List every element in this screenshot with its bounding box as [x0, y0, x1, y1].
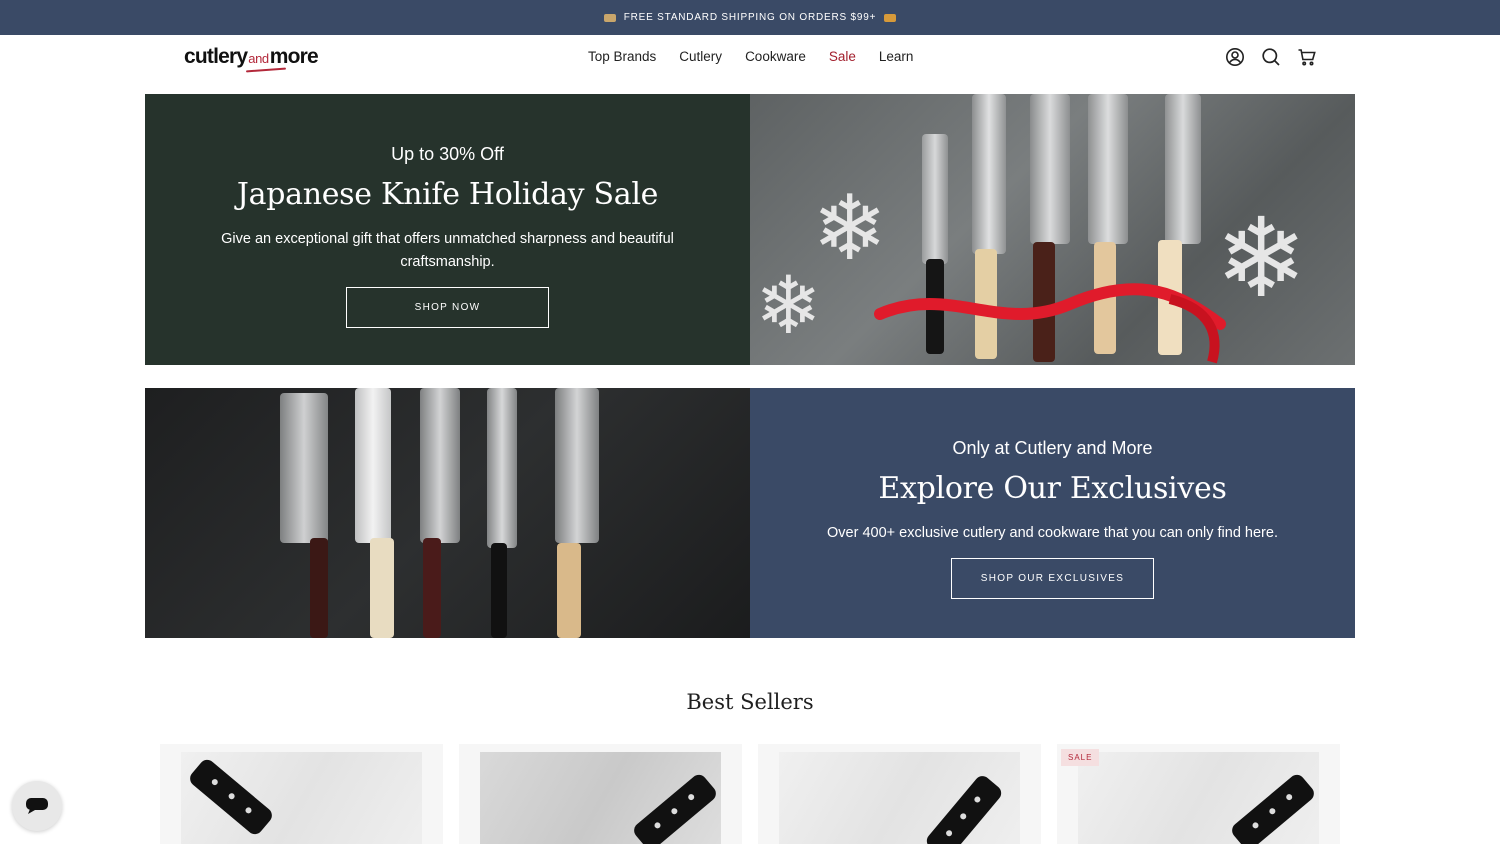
knife-blade	[355, 388, 391, 543]
announcement-bar: FREE STANDARD SHIPPING ON ORDERS $99+	[0, 0, 1500, 35]
knife-handle	[423, 538, 441, 638]
knife-handle	[557, 543, 581, 638]
nav-sale[interactable]: Sale	[829, 49, 856, 64]
product-card[interactable]: SALE	[1057, 744, 1340, 844]
product-card[interactable]	[160, 744, 443, 844]
knife-handle	[630, 771, 720, 844]
hero-holiday-sale-title: Japanese Knife Holiday Sale	[236, 177, 659, 212]
announcement-text: FREE STANDARD SHIPPING ON ORDERS $99+	[623, 12, 877, 23]
main-nav: Top Brands Cutlery Cookware Sale Learn	[588, 49, 913, 64]
holiday-knives-image[interactable]: ❄ ❄ ❄	[750, 94, 1355, 365]
truck-icon	[603, 13, 616, 22]
hero-exclusives-description: Over 400+ exclusive cutlery and cookware…	[827, 525, 1278, 541]
knife-handle	[1228, 771, 1318, 844]
chat-button[interactable]	[12, 781, 62, 831]
shop-exclusives-button[interactable]: SHOP OUR EXCLUSIVES	[951, 558, 1154, 599]
red-ribbon	[874, 283, 1226, 364]
package-icon	[884, 13, 897, 22]
account-icon[interactable]	[1225, 47, 1245, 67]
exclusive-knives-image[interactable]	[145, 388, 750, 638]
product-card[interactable]	[459, 744, 742, 844]
knife-blade	[280, 393, 328, 543]
product-image[interactable]	[779, 752, 1020, 844]
knife-blade	[487, 388, 517, 548]
logo-and: and	[248, 51, 269, 66]
knife-blade	[555, 388, 599, 543]
hero-exclusives: Only at Cutlery and More Explore Our Exc…	[145, 388, 1355, 638]
logo-cutlery: cutlery	[184, 45, 248, 68]
hero-exclusives-title: Explore Our Exclusives	[878, 471, 1227, 506]
cart-icon[interactable]	[1297, 47, 1317, 67]
knife-blade	[420, 388, 460, 543]
hero-holiday-sale-panel: Up to 30% Off Japanese Knife Holiday Sal…	[145, 94, 750, 365]
best-sellers-heading: Best Sellers	[686, 690, 814, 714]
product-image[interactable]	[181, 752, 422, 844]
nav-learn[interactable]: Learn	[879, 49, 914, 64]
logo-swoosh	[245, 67, 287, 73]
hero-exclusives-panel: Only at Cutlery and More Explore Our Exc…	[750, 388, 1355, 638]
hero-holiday-sale: Up to 30% Off Japanese Knife Holiday Sal…	[145, 94, 1355, 365]
search-icon[interactable]	[1261, 47, 1281, 67]
product-image[interactable]	[480, 752, 721, 844]
logo-more: more	[269, 45, 319, 68]
product-card[interactable]	[758, 744, 1041, 844]
header-icons	[1225, 47, 1317, 67]
shop-now-button[interactable]: SHOP NOW	[346, 287, 549, 328]
site-header: cutlery and more Top Brands Cutlery Cook…	[0, 35, 1500, 94]
chat-icon	[26, 798, 48, 814]
knife-handle	[186, 756, 276, 838]
knife-handle	[370, 538, 394, 638]
knife-handle	[923, 772, 1005, 844]
nav-top-brands[interactable]: Top Brands	[588, 49, 656, 64]
hero-exclusives-pretitle: Only at Cutlery and More	[952, 438, 1153, 458]
hero-holiday-sale-pretitle: Up to 30% Off	[391, 144, 504, 164]
nav-cutlery[interactable]: Cutlery	[679, 49, 722, 64]
sale-badge: SALE	[1061, 749, 1100, 766]
hero-holiday-sale-description: Give an exceptional gift that offers unm…	[221, 231, 674, 270]
knife-handle	[491, 543, 507, 638]
nav-cookware[interactable]: Cookware	[745, 49, 806, 64]
product-image[interactable]	[1078, 752, 1319, 844]
site-logo[interactable]: cutlery and more	[184, 45, 319, 73]
knife-handle	[310, 538, 328, 638]
best-sellers-grid: SALE	[160, 744, 1340, 844]
